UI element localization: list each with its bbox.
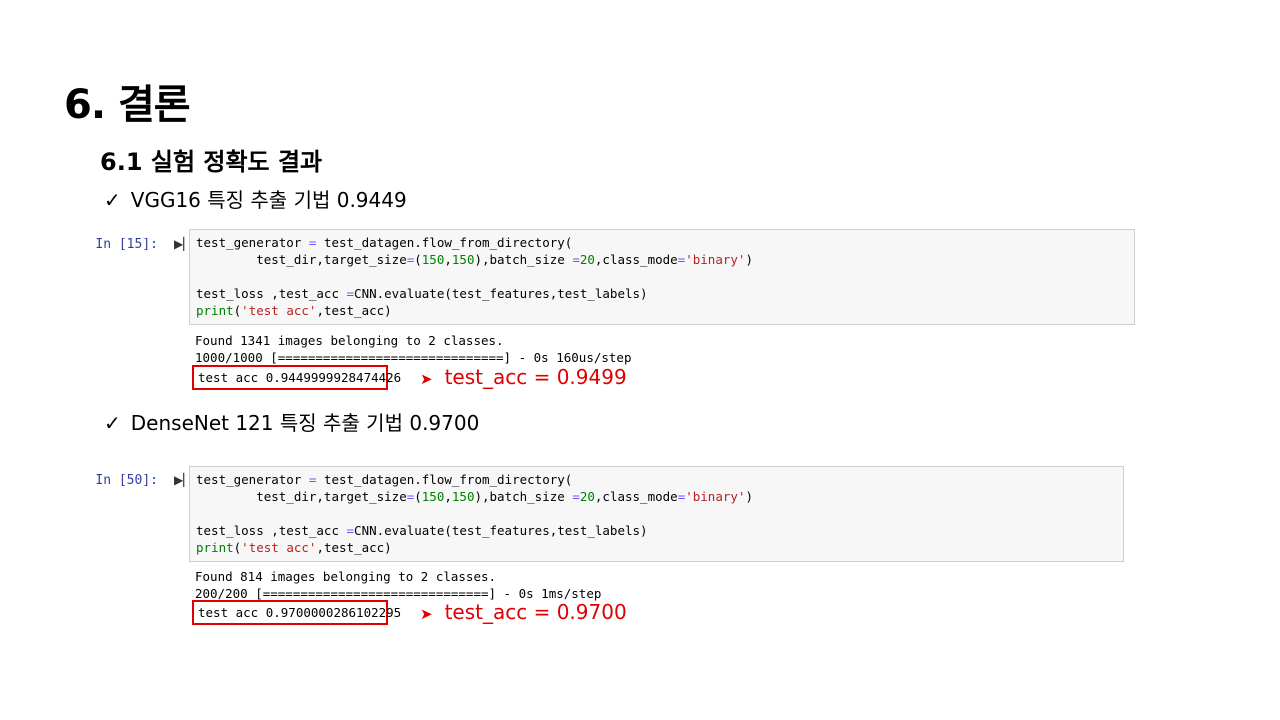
- cell-prompt: In [50]:: [95, 473, 158, 488]
- code-text: test_generator = test_datagen.flow_from_…: [196, 235, 753, 318]
- result-item-vgg16: ✓ VGG16 특징 추출 기법 0.9449: [104, 184, 407, 213]
- arrow-icon: ➤: [420, 370, 433, 388]
- code-cell[interactable]: test_generator = test_datagen.flow_from_…: [189, 466, 1124, 562]
- test-acc-annotation: ➤ test_acc = 0.9700: [420, 600, 627, 624]
- section-subtitle: 6.1 실험 정확도 결과: [100, 148, 323, 176]
- slide-title: 6. 결론: [64, 82, 191, 128]
- cell-output: Found 1341 images belonging to 2 classes…: [195, 333, 632, 365]
- checkmark-icon: ✓: [104, 411, 121, 435]
- test-acc-result-highlight: test acc 0.9700000286102295: [192, 600, 401, 625]
- code-text: test_generator = test_datagen.flow_from_…: [196, 472, 753, 555]
- test-acc-result-highlight: test acc 0.9449999928474426: [192, 365, 401, 390]
- result-item-densenet121: ✓ DenseNet 121 특징 추출 기법 0.9700: [104, 407, 479, 436]
- cell-prompt: In [15]:: [95, 237, 158, 252]
- checkmark-icon: ✓: [104, 188, 121, 212]
- test-acc-annotation: ➤ test_acc = 0.9499: [420, 365, 627, 389]
- result-item-label: DenseNet 121 특징 추출 기법 0.9700: [130, 411, 480, 435]
- code-cell[interactable]: test_generator = test_datagen.flow_from_…: [189, 229, 1135, 325]
- arrow-icon: ➤: [420, 605, 433, 623]
- cell-output: Found 814 images belonging to 2 classes.…: [195, 569, 602, 601]
- result-item-label: VGG16 특징 추출 기법 0.9449: [130, 188, 407, 212]
